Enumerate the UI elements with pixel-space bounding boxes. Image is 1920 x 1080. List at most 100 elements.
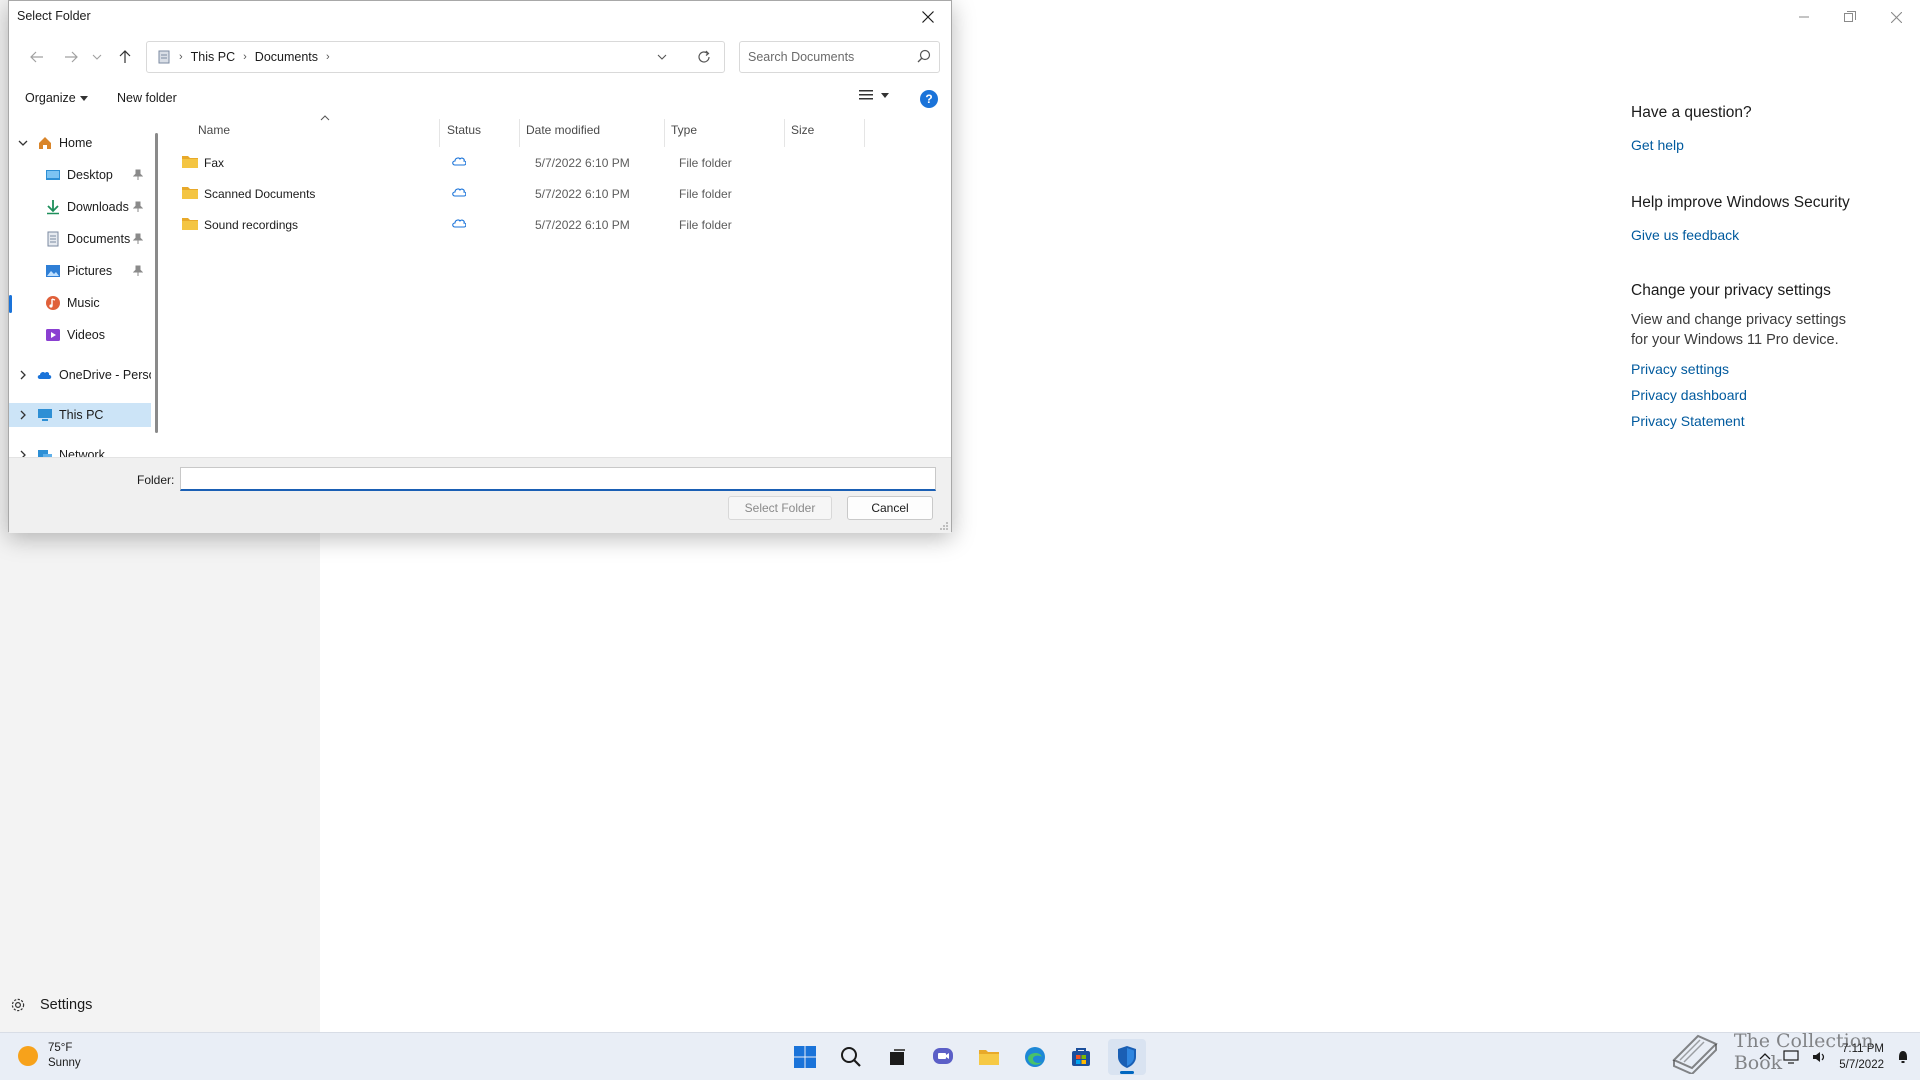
column-divider[interactable] [864,119,865,147]
breadcrumb-this-pc[interactable]: This PC [191,50,235,64]
refresh-button[interactable] [692,45,716,69]
select-folder-button[interactable]: Select Folder [728,496,832,520]
chevron-up-icon[interactable] [1759,1051,1771,1063]
display-icon[interactable] [1783,1050,1799,1064]
chevron-down-icon [92,54,102,60]
cancel-button[interactable]: Cancel [847,496,933,520]
tree-item-onedrive[interactable]: OneDrive - Perso [9,363,151,387]
tree-label-videos: Videos [67,328,105,342]
tree-item-home[interactable]: Home [9,131,151,155]
edge-button[interactable] [1016,1039,1054,1075]
start-button[interactable] [786,1039,824,1075]
organize-menu-button[interactable]: Organize [25,91,88,105]
address-bar[interactable]: › This PC › Documents › [146,41,725,73]
caret-down-icon [79,95,88,101]
tree-item-this-pc[interactable]: This PC [9,403,151,427]
file-explorer-button[interactable] [970,1039,1008,1075]
breadcrumb-documents[interactable]: Documents [255,50,318,64]
column-header-type[interactable]: Type [671,123,697,143]
address-history-dropdown[interactable] [650,45,674,69]
home-icon [39,137,51,149]
tree-item-pictures[interactable]: Pictures [9,259,151,283]
resize-grip-icon[interactable] [939,521,949,531]
dialog-close-button[interactable] [905,1,951,32]
column-header-date-modified[interactable]: Date modified [526,123,600,143]
search-box[interactable] [739,41,940,73]
task-view-button[interactable] [878,1039,916,1075]
settings-nav-item[interactable]: Settings [10,992,92,1018]
breadcrumb-separator-icon: › [243,51,247,63]
privacy-settings-link[interactable]: Privacy settings [1631,356,1911,382]
back-button[interactable] [23,44,51,70]
restore-button[interactable] [1827,2,1873,32]
file-name: Scanned Documents [204,187,316,201]
cloud-icon [452,157,466,166]
privacy-dashboard-link[interactable]: Privacy dashboard [1631,382,1911,408]
file-row[interactable]: Sound recordings 5/7/2022 6:10 PM File f… [164,209,864,239]
tree-item-desktop[interactable]: Desktop [9,163,151,187]
feedback-section: Help improve Windows Security Give us fe… [1631,194,1911,248]
file-type: File folder [679,218,732,232]
column-header-size[interactable]: Size [791,123,814,143]
clock[interactable]: 7:11 PM 5/7/2022 [1839,1041,1884,1073]
volume-icon[interactable] [1811,1050,1827,1064]
column-divider[interactable] [664,119,665,147]
new-folder-button[interactable]: New folder [117,91,177,105]
tree-item-music[interactable]: Music [9,291,151,315]
minimize-button[interactable] [1781,2,1827,32]
chat-button[interactable] [924,1039,962,1075]
file-date: 5/7/2022 6:10 PM [535,156,630,170]
change-view-button[interactable] [859,89,889,101]
column-divider[interactable] [519,119,520,147]
column-divider[interactable] [439,119,440,147]
tree-item-downloads[interactable]: Downloads [9,195,151,219]
details-view-icon [859,90,873,100]
command-bar: Organize New folder ? [9,87,951,113]
tree-item-videos[interactable]: Videos [9,323,151,347]
tree-scrollbar[interactable] [155,133,158,433]
help-button[interactable]: ? [920,90,938,108]
task-view-icon [890,1049,905,1065]
privacy-statement-link[interactable]: Privacy Statement [1631,408,1911,434]
tree-label-downloads: Downloads [67,200,129,214]
up-button[interactable] [111,44,139,70]
store-button[interactable] [1062,1039,1100,1075]
chevron-right-icon[interactable] [17,449,29,457]
file-row[interactable]: Fax 5/7/2022 6:10 PM File folder [164,147,864,177]
close-window-button[interactable] [1873,2,1919,32]
edge-icon [1025,1047,1045,1067]
clock-time: 7:11 PM [1842,1043,1884,1055]
file-row[interactable]: Scanned Documents 5/7/2022 6:10 PM File … [164,178,864,208]
network-icon [38,450,52,457]
search-input[interactable] [748,48,908,66]
notification-bell-icon[interactable] [1896,1050,1910,1064]
organize-label: Organize [25,91,76,105]
folder-icon [182,218,198,230]
get-help-link[interactable]: Get help [1631,132,1911,158]
folder-name-input[interactable] [180,467,936,491]
sort-ascending-icon [320,115,330,121]
taskbar-search-button[interactable] [832,1039,870,1075]
tree-item-network[interactable]: Network [9,443,151,457]
dialog-titlebar[interactable]: Select Folder [9,1,951,32]
windows-security-button[interactable] [1108,1039,1146,1075]
forward-button[interactable] [57,44,85,70]
breadcrumb-separator-icon[interactable]: › [326,51,330,63]
chevron-right-icon[interactable] [17,409,29,421]
search-submit-button[interactable] [917,49,931,63]
windows-security-icon [1118,1046,1136,1068]
column-header-status[interactable]: Status [447,123,481,143]
settings-label: Settings [40,997,93,1013]
pin-icon [133,233,143,244]
column-divider[interactable] [784,119,785,147]
give-feedback-link[interactable]: Give us feedback [1631,222,1911,248]
weather-widget[interactable]: 75°F Sunny [18,1041,81,1071]
recent-locations-button[interactable] [87,44,107,70]
tree-label-this-pc: This PC [59,408,104,422]
chevron-down-icon[interactable] [17,137,29,149]
privacy-text-line-1: View and change privacy settings [1631,312,1846,328]
chevron-right-icon[interactable] [17,369,29,381]
weather-temp: 75°F [48,1042,73,1054]
column-header-name[interactable]: Name [198,123,230,143]
tree-item-documents[interactable]: Documents [9,227,151,251]
